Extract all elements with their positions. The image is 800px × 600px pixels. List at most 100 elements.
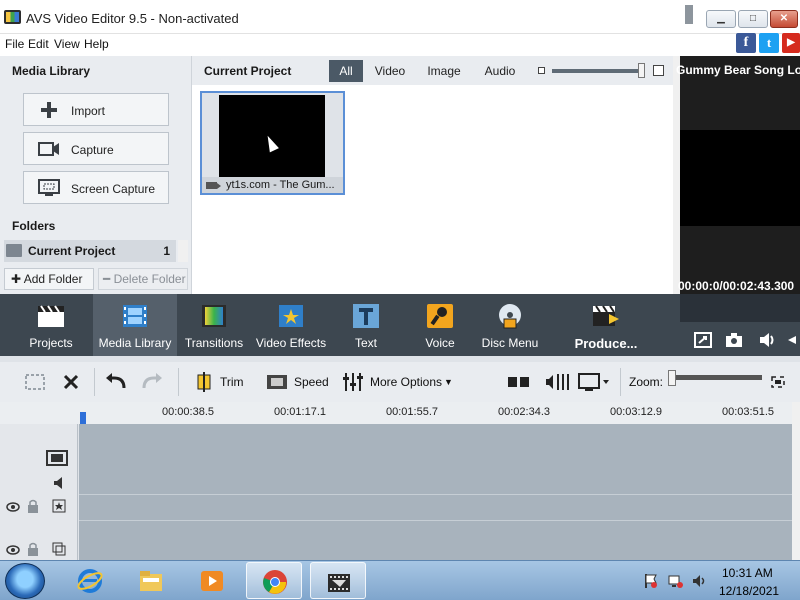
- media-item-title: yt1s.com - The Gum...: [226, 179, 335, 191]
- produce-clapper-icon: [593, 305, 619, 326]
- clock-time[interactable]: 10:31 AM: [722, 566, 773, 580]
- tool-voice-label: Voice: [425, 336, 455, 350]
- volume-tray-icon[interactable]: [692, 573, 708, 589]
- capture-button[interactable]: Capture: [23, 132, 169, 165]
- chrome-icon: [263, 570, 287, 594]
- lock-icon[interactable]: [26, 499, 40, 513]
- import-label: Import: [71, 104, 106, 118]
- taskbar-internet-explorer[interactable]: [62, 562, 118, 599]
- menu-view[interactable]: View: [54, 37, 80, 51]
- action-center-flag-icon[interactable]: [643, 573, 659, 589]
- zoom-in-icon[interactable]: [653, 65, 664, 76]
- taskbar-chrome[interactable]: [246, 562, 302, 599]
- playhead-marker[interactable]: [80, 412, 86, 424]
- plus-icon: ✚: [11, 272, 24, 286]
- preview-seek-bar[interactable]: [680, 294, 800, 322]
- display-dropdown-icon[interactable]: [578, 372, 612, 392]
- speed-label: Speed: [294, 375, 329, 389]
- more-options-button[interactable]: More Options ▼: [342, 372, 454, 392]
- filter-tab-audio[interactable]: Audio: [480, 60, 520, 82]
- filter-tab-image[interactable]: Image: [424, 60, 464, 82]
- folder-count: 1: [163, 244, 170, 258]
- folders-scrollbar[interactable]: [178, 240, 188, 262]
- snapshot-camera-icon[interactable]: [725, 332, 743, 348]
- audio-levels-icon[interactable]: [544, 372, 570, 392]
- timeline-zoom-slider[interactable]: [672, 375, 762, 380]
- taskbar-media-player[interactable]: [184, 562, 240, 599]
- network-icon[interactable]: [668, 573, 684, 589]
- camera-icon: [38, 142, 59, 156]
- clock-date[interactable]: 12/18/2021: [719, 584, 779, 598]
- fullscreen-icon[interactable]: [694, 332, 712, 348]
- tool-voice[interactable]: Voice: [410, 294, 470, 356]
- tool-produce-label: Produce...: [574, 336, 638, 351]
- mouse-cursor-icon: [263, 133, 279, 153]
- ruler-tick: 00:01:55.7: [386, 406, 438, 418]
- timeline-tracks[interactable]: [79, 424, 792, 560]
- maximize-button[interactable]: □: [738, 10, 768, 28]
- window-title: AVS Video Editor 9.5 - Non-activated: [26, 11, 239, 26]
- speed-button[interactable]: Speed: [266, 372, 330, 392]
- twitter-icon[interactable]: t: [759, 33, 779, 53]
- close-button[interactable]: ✕: [770, 10, 798, 28]
- delete-x-icon[interactable]: [62, 372, 80, 392]
- preview-seek-thumb[interactable]: [685, 5, 693, 24]
- storyboard-icon[interactable]: [24, 372, 46, 392]
- sliders-icon: [343, 373, 363, 391]
- track-headers: [0, 424, 78, 560]
- trim-icon: [197, 372, 211, 392]
- preview-top-band: Gummy Bear Song Lor: [676, 56, 800, 130]
- visibility-eye-icon[interactable]: [6, 500, 20, 514]
- facebook-icon[interactable]: f: [736, 33, 756, 53]
- filter-tab-video[interactable]: Video: [370, 60, 410, 82]
- tool-text[interactable]: Text: [335, 294, 397, 356]
- video-thumbnail: [219, 95, 325, 177]
- volume-icon[interactable]: [758, 332, 776, 348]
- thumbnail-size-slider[interactable]: [552, 69, 642, 73]
- timeline-zoom-thumb[interactable]: [668, 370, 676, 386]
- filter-tab-all[interactable]: All: [329, 60, 363, 82]
- thumbnail-size-slider-thumb[interactable]: [638, 63, 645, 78]
- undo-icon[interactable]: [104, 372, 128, 392]
- play-arrow-icon[interactable]: [786, 332, 798, 348]
- title-bar: AVS Video Editor 9.5 - Non-activated ▁ □…: [0, 0, 800, 34]
- start-button[interactable]: [5, 563, 45, 599]
- split-icon[interactable]: [507, 372, 531, 392]
- delete-folder-button[interactable]: ━ Delete Folder: [98, 268, 188, 290]
- windows-taskbar: 10:31 AM 12/18/2021: [0, 560, 800, 600]
- menu-edit[interactable]: Edit: [28, 37, 49, 51]
- fit-to-window-icon[interactable]: [770, 372, 786, 392]
- tool-text-label: Text: [354, 336, 377, 350]
- project-scrollbar[interactable]: [673, 56, 680, 294]
- youtube-icon[interactable]: ▶: [782, 33, 800, 53]
- avs-clapper-icon: [328, 574, 350, 592]
- minimize-button[interactable]: ▁: [706, 10, 736, 28]
- tool-video-effects[interactable]: Video Effects: [252, 294, 330, 356]
- tool-media-library[interactable]: Media Library: [93, 294, 177, 356]
- menu-help[interactable]: Help: [84, 37, 109, 51]
- lock-icon[interactable]: [26, 542, 40, 556]
- menu-file[interactable]: File: [5, 37, 24, 51]
- taskbar-file-explorer[interactable]: [123, 562, 179, 599]
- audio-track-speaker-icon: [54, 477, 62, 489]
- tool-disc-menu[interactable]: Disc Menu: [480, 294, 540, 356]
- speed-film-icon: [267, 375, 287, 389]
- zoom-out-icon[interactable]: [538, 67, 545, 74]
- separator: [620, 368, 621, 396]
- timeline-ruler[interactable]: 00:00:38.5 00:01:17.1 00:01:55.7 00:02:3…: [0, 402, 792, 424]
- clapperboard-icon: [38, 305, 64, 327]
- add-folder-button[interactable]: ✚ Add Folder: [4, 268, 94, 290]
- media-item[interactable]: yt1s.com - The Gum...: [200, 91, 345, 195]
- video-track-film-icon: [46, 450, 68, 466]
- redo-icon[interactable]: [140, 372, 164, 392]
- tool-projects[interactable]: Projects: [10, 294, 92, 356]
- folder-current-project[interactable]: Current Project 1: [4, 240, 176, 262]
- import-button[interactable]: Import: [23, 93, 169, 126]
- screen-capture-button[interactable]: Screen Capture: [23, 171, 169, 204]
- visibility-eye-icon[interactable]: [6, 543, 20, 557]
- tool-transitions[interactable]: Transitions: [177, 294, 251, 356]
- timeline-scrollbar[interactable]: [792, 402, 800, 560]
- trim-button[interactable]: Trim: [194, 372, 254, 392]
- taskbar-avs-video-editor[interactable]: [310, 562, 366, 599]
- tool-produce[interactable]: Produce...: [570, 294, 642, 356]
